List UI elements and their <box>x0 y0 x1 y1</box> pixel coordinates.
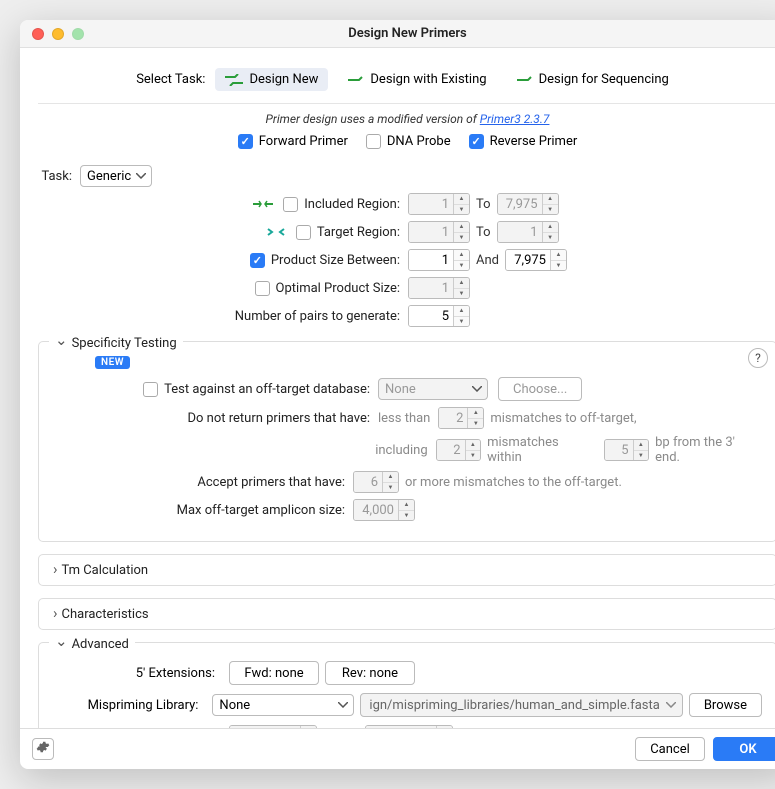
product-from-spinner[interactable]: ▲▼ <box>408 249 470 271</box>
mispriming-path-select[interactable]: ign/mispriming_libraries/human_and_simpl… <box>360 693 682 717</box>
advanced-header[interactable]: Advanced <box>49 635 135 653</box>
target-icon <box>266 227 286 237</box>
included-to-spinner[interactable]: ▲▼ <box>497 193 559 215</box>
chevron-down-icon <box>55 635 68 653</box>
incl-mm-spinner[interactable]: ▲▼ <box>436 439 482 461</box>
content: Select Task: Design New Design with Exis… <box>20 48 775 728</box>
settings-button[interactable] <box>32 738 54 760</box>
target-to-spinner[interactable]: ▲▼ <box>497 221 559 243</box>
target-region-row: Target Region: ▲▼ To ▲▼ <box>38 221 775 243</box>
noret-mm-spinner[interactable]: ▲▼ <box>438 407 484 429</box>
product-to-spinner[interactable]: ▲▼ <box>505 249 567 271</box>
optimal-size-row: Optimal Product Size: ▲▼ <box>38 277 775 299</box>
target-from-spinner[interactable]: ▲▼ <box>408 221 470 243</box>
accept-row: Accept primers that have: ▲▼ or more mis… <box>53 471 762 493</box>
off-target-test-row: Test against an off-target database: Non… <box>53 377 762 401</box>
noret-row: Do not return primers that have: less th… <box>53 407 762 429</box>
included-region-check[interactable]: Included Region: <box>283 197 400 212</box>
tm-group: Tm Calculation <box>38 554 775 586</box>
pair-mispriming-spinner[interactable]: ▲▼ <box>365 725 453 728</box>
product-size-check[interactable]: Product Size Between: <box>250 253 400 268</box>
choose-button[interactable]: Choose... <box>498 377 582 401</box>
off-target-db-select[interactable]: None <box>378 378 488 400</box>
checkbox-icon <box>255 281 270 296</box>
characteristics-header[interactable]: Characteristics <box>53 605 762 623</box>
max-mispriming-spinner[interactable]: ▲▼ <box>229 725 317 728</box>
extensions-row: 5' Extensions: Fwd: none Rev: none <box>53 661 762 685</box>
dna-probe-check[interactable]: DNA Probe <box>366 134 451 149</box>
incl-row: including ▲▼ mismatches within ▲▼ bp fro… <box>53 435 762 465</box>
task-select-row: Select Task: Design New Design with Exis… <box>38 62 775 103</box>
primer-single-icon <box>348 75 364 85</box>
primer-pair-icon <box>225 74 243 86</box>
accept-mm-spinner[interactable]: ▲▼ <box>353 471 399 493</box>
maxamp-row: Max off-target amplicon size: ▲▼ <box>53 499 762 521</box>
checkbox-icon <box>143 382 158 397</box>
region-icon <box>253 199 273 209</box>
primer3-link[interactable]: Primer3 2.3.7 <box>480 112 550 126</box>
specificity-header[interactable]: Specificity Testing <box>49 334 183 352</box>
off-target-check[interactable]: Test against an off-target database: <box>143 382 370 397</box>
incl-bp-spinner[interactable]: ▲▼ <box>604 439 650 461</box>
browse-button[interactable]: Browse <box>689 693 762 717</box>
ok-button[interactable]: OK <box>713 737 775 761</box>
characteristics-group: Characteristics <box>38 598 775 630</box>
checkbox-icon <box>296 225 311 240</box>
task-select[interactable]: Generic <box>80 165 152 187</box>
pairs-row: Number of pairs to generate: ▲▼ <box>38 305 775 327</box>
mispriming-row: Mispriming Library: None ign/mispriming_… <box>53 693 762 717</box>
task-design-existing[interactable]: Design with Existing <box>338 68 496 91</box>
mispriming-select[interactable]: None <box>212 694 354 716</box>
checkbox-icon <box>250 253 265 268</box>
checkbox-icon <box>238 134 253 149</box>
max-mispriming-row: Max Mispriming: ▲▼ Pair: ▲▼ <box>53 725 762 728</box>
advanced-group: Advanced 5' Extensions: Fwd: none Rev: n… <box>38 642 775 728</box>
specificity-group: Specificity Testing ? NEW Test against a… <box>38 341 775 542</box>
chevron-right-icon <box>53 561 58 579</box>
chevron-down-icon <box>55 334 68 352</box>
target-region-check[interactable]: Target Region: <box>296 225 400 240</box>
rev-extension-button[interactable]: Rev: none <box>325 661 415 685</box>
optimal-spinner[interactable]: ▲▼ <box>408 277 470 299</box>
optimal-size-check[interactable]: Optimal Product Size: <box>255 281 400 296</box>
task-design-sequencing[interactable]: Design for Sequencing <box>507 68 679 91</box>
gear-icon <box>36 740 50 758</box>
pairs-spinner[interactable]: ▲▼ <box>408 305 470 327</box>
included-from-spinner[interactable]: ▲▼ <box>408 193 470 215</box>
help-button[interactable]: ? <box>748 348 768 368</box>
reverse-primer-check[interactable]: Reverse Primer <box>469 134 578 149</box>
tm-header[interactable]: Tm Calculation <box>53 561 762 579</box>
maxamp-spinner[interactable]: ▲▼ <box>353 499 415 521</box>
primer-checks: Forward Primer DNA Probe Reverse Primer <box>38 134 775 149</box>
task-select-label: Select Task: <box>136 72 205 87</box>
fwd-extension-button[interactable]: Fwd: none <box>229 661 319 685</box>
task-row: Task: Generic <box>38 165 775 187</box>
product-size-row: Product Size Between: ▲▼ And ▲▼ <box>38 249 775 271</box>
checkbox-icon <box>469 134 484 149</box>
cancel-button[interactable]: Cancel <box>635 737 705 761</box>
checkbox-icon <box>283 197 298 212</box>
forward-primer-check[interactable]: Forward Primer <box>238 134 348 149</box>
subtitle: Primer design uses a modified version of… <box>38 112 775 126</box>
primer-single-icon <box>517 75 533 85</box>
included-region-row: Included Region: ▲▼ To ▲▼ <box>38 193 775 215</box>
window-title: Design New Primers <box>20 26 775 41</box>
dialog-window: Design New Primers Select Task: Design N… <box>20 20 775 769</box>
task-label: Task: <box>38 169 80 184</box>
chevron-right-icon <box>53 605 58 623</box>
task-design-new[interactable]: Design New <box>215 68 328 91</box>
titlebar: Design New Primers <box>20 20 775 48</box>
checkbox-icon <box>366 134 381 149</box>
new-badge: NEW <box>95 356 130 369</box>
